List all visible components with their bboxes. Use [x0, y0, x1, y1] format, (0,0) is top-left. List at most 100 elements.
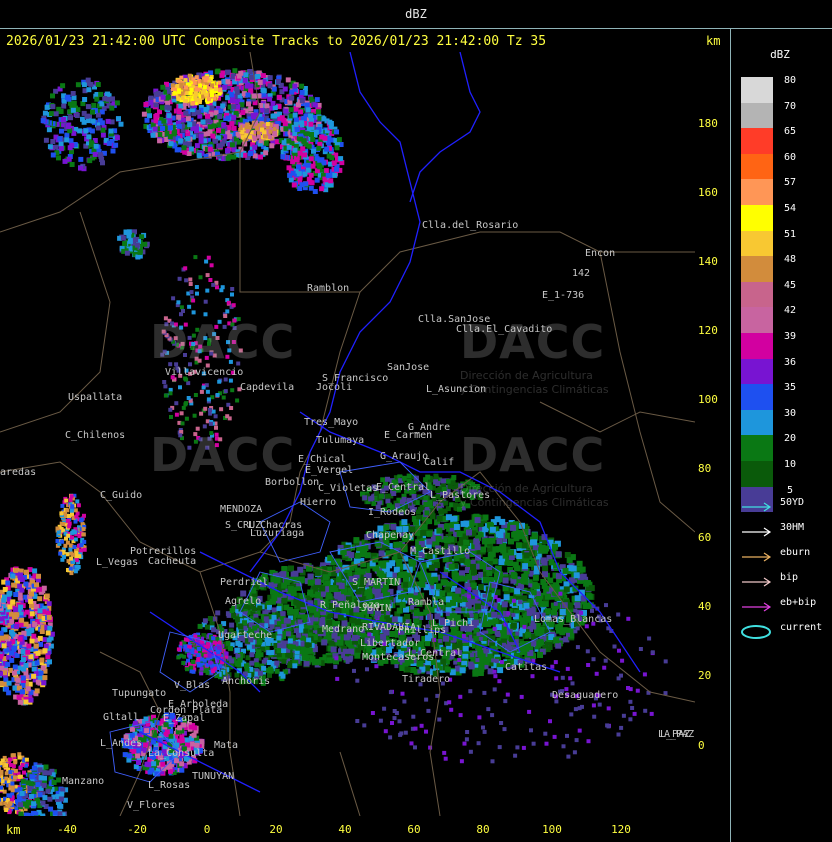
echo-pixel: [285, 652, 291, 658]
echo-pixel: [225, 115, 231, 121]
echo-pixel: [74, 113, 80, 118]
echo-pixel: [265, 122, 270, 126]
echo-pixel: [515, 542, 522, 549]
echo-pixel: [104, 91, 110, 97]
echo-pixel: [204, 92, 209, 97]
echo-pixel: [114, 135, 120, 141]
echo-pixel: [480, 546, 487, 553]
echo-pixel: [496, 538, 503, 545]
echo-pixel: [292, 83, 298, 89]
echo-pixel: [61, 103, 67, 109]
echo-pixel: [231, 125, 237, 131]
echo-pixel: [116, 116, 121, 122]
echo-pixel: [383, 592, 389, 599]
echo-pixel: [499, 518, 506, 525]
echo-pixel: [428, 564, 435, 571]
echo-pixel: [301, 655, 307, 661]
echo-pixel: [56, 155, 61, 161]
km-unit-bottom: km: [6, 823, 21, 837]
echo-pixel: [299, 122, 305, 128]
echo-pixel: [248, 74, 254, 80]
echo-pixel: [246, 644, 252, 650]
echo-pixel: [98, 91, 104, 97]
title-bar: dBZ: [0, 0, 832, 29]
echo-pixel: [319, 134, 325, 140]
echo-pixel: [142, 241, 148, 247]
echo-pixel: [379, 560, 386, 567]
echo-pixel: [50, 93, 55, 99]
echo-pixel: [317, 157, 323, 163]
echo-pixel: [464, 559, 471, 566]
echo-pixel: [176, 114, 182, 120]
echo-pixel: [423, 501, 429, 507]
echo-pixel: [415, 509, 421, 515]
echo-pixel: [419, 581, 426, 588]
echo-pixel: [399, 601, 406, 608]
echo-pixel: [242, 77, 248, 83]
echo-pixel: [58, 141, 64, 147]
echo-pixel: [299, 83, 305, 89]
echo-pixel: [217, 80, 222, 85]
echo-pixel: [307, 589, 314, 596]
echo-pixel: [566, 557, 573, 564]
echo-pixel: [436, 515, 443, 522]
echo-pixel: [258, 139, 263, 144]
echo-pixel: [541, 582, 548, 589]
echo-pixel: [570, 565, 577, 572]
echo-pixel: [326, 593, 333, 600]
echo-pixel: [482, 577, 489, 584]
echo-pixel: [304, 102, 310, 108]
echo-pixel: [468, 663, 475, 670]
echo-pixel: [294, 654, 300, 660]
echo-pixel: [47, 144, 53, 150]
echo-pixel: [194, 143, 200, 149]
echo-pixel: [180, 96, 185, 101]
echo-pixel: [166, 94, 172, 100]
echo-pixel: [440, 478, 446, 484]
echo-pixel: [261, 665, 267, 671]
echo-pixel: [433, 479, 439, 485]
echo-pixel: [386, 562, 393, 569]
echo-pixel: [91, 102, 97, 108]
echo-pixel: [64, 132, 70, 138]
echo-pixel: [240, 130, 245, 135]
echo-pixel: [268, 129, 273, 134]
echo-pixel: [263, 150, 269, 156]
echo-pixel: [262, 130, 267, 135]
echo-pixel: [510, 524, 517, 531]
echo-pixel: [185, 91, 190, 96]
echo-pixel: [290, 170, 296, 176]
echo-pixel: [179, 75, 184, 80]
echo-pixel: [362, 495, 368, 501]
echo-pixel: [435, 536, 442, 542]
echo-pixel: [321, 116, 327, 122]
echo-pixel: [459, 570, 465, 577]
echo-pixel: [296, 632, 302, 638]
echo-pixel: [240, 110, 246, 115]
echo-pixel: [176, 96, 181, 101]
echo-pixel: [334, 166, 339, 172]
echo-pixel: [228, 646, 233, 652]
window-title: dBZ: [405, 7, 427, 21]
echo-pixel: [291, 182, 297, 188]
echo-pixel: [443, 635, 449, 642]
echo-pixel: [439, 590, 446, 597]
echo-pixel: [50, 104, 56, 110]
echo-pixel: [232, 68, 238, 74]
echo-pixel: [168, 141, 174, 147]
echo-pixel: [187, 304, 192, 309]
echo-pixel: [251, 93, 257, 99]
echo-pixel: [326, 657, 333, 664]
echo-pixel: [305, 107, 311, 113]
echo-pixel: [235, 131, 240, 136]
echo-pixel: [531, 539, 538, 546]
echo-pixel: [502, 552, 509, 559]
echo-pixel: [498, 559, 505, 565]
echo-pixel: [187, 122, 193, 128]
echo-pixel: [248, 88, 254, 94]
echo-pixel: [85, 77, 91, 83]
echo-pixel: [282, 86, 288, 92]
echo-pixel: [522, 578, 529, 585]
echo-pixel: [446, 478, 452, 484]
echo-pixel: [194, 75, 199, 80]
